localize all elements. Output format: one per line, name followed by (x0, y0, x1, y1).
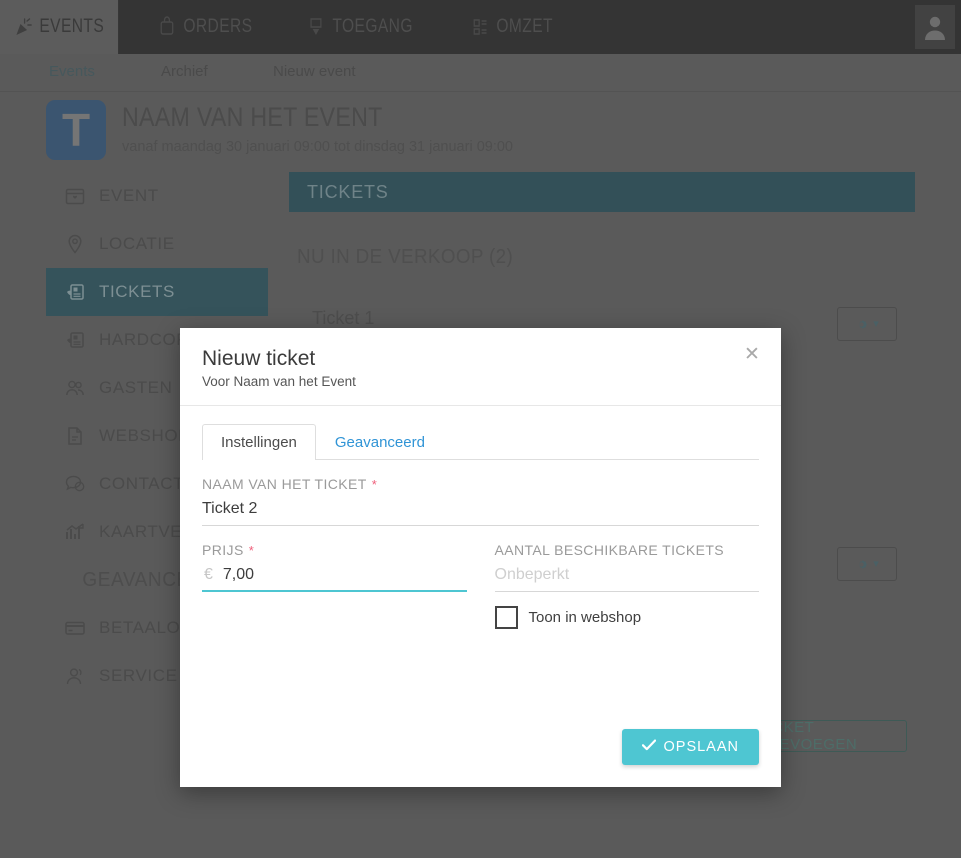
sidebar-item-locatie[interactable]: Locatie (46, 220, 268, 268)
ticket-form: Naam van het ticket * Prijs * € Aantal b… (202, 460, 760, 630)
sidebar-item-label: Contact (99, 474, 185, 493)
sidebar-item-event[interactable]: Event (46, 172, 268, 220)
users-icon (64, 377, 86, 399)
modal-header: Nieuw ticket Voor Naam van het Event ✕ (180, 328, 781, 407)
label-price: Prijs * (202, 542, 467, 558)
modal-tabs: Instellingen Geavanceerd (202, 424, 759, 461)
chevron-down-icon: ▾ (873, 557, 879, 570)
toon-in-webshop-label: Toon in webshop (528, 609, 642, 627)
subnav-item-archief[interactable]: Archief (161, 63, 208, 80)
ticket-icon (64, 329, 86, 351)
field-ticket-name: Naam van het ticket * (202, 476, 759, 527)
close-icon[interactable]: ✕ (741, 344, 763, 366)
event-daterange: vanaf maandag 30 januari 09:00 tot dinsd… (122, 139, 513, 155)
scan-icon (307, 16, 325, 38)
panel-header-tickets: TICKETS (289, 172, 915, 212)
nav-label: Events (39, 16, 105, 37)
document-icon (64, 425, 86, 447)
event-header: T NAAM VAN HET EVENT vanaf maandag 30 ja… (46, 100, 513, 160)
nav-item-orders[interactable]: Orders (144, 0, 266, 54)
nav-label: Toegang (332, 16, 414, 37)
new-ticket-modal: Nieuw ticket Voor Naam van het Event ✕ I… (180, 328, 781, 788)
nav-label: Omzet (495, 16, 553, 37)
ticket-settings-dropdown-2[interactable]: ▾ (837, 547, 897, 581)
field-available-amount: Aantal beschikbare tickets Toon in websh… (494, 542, 760, 630)
map-pin-icon (64, 233, 86, 255)
save-button-label: Opslaan (663, 739, 739, 756)
gear-icon (855, 318, 868, 331)
nav-item-toegang[interactable]: Toegang (293, 0, 427, 54)
check-icon (641, 739, 656, 755)
section-label-in-sale: NU IN DE VERKOOP (2) (297, 246, 514, 268)
page-title: NAAM VAN HET EVENT (122, 102, 383, 132)
subnav-item-events[interactable]: Events (49, 63, 95, 80)
modal-body: Instellingen Geavanceerd Naam van het ti… (180, 406, 781, 707)
tab-instellingen[interactable]: Instellingen (202, 424, 316, 461)
report-icon (470, 16, 488, 38)
gear-icon (855, 558, 868, 571)
available-amount-input[interactable] (494, 561, 759, 593)
credit-card-icon (64, 617, 86, 639)
field-price: Prijs * € (202, 542, 467, 629)
user-avatar-icon (922, 13, 948, 41)
subnav-item-nieuw-event[interactable]: Nieuw event (273, 63, 356, 80)
sidebar-item-tickets[interactable]: Tickets (46, 268, 268, 316)
modal-footer: Opslaan (180, 707, 781, 787)
tab-geavanceerd[interactable]: Geavanceerd (316, 424, 444, 460)
chat-icon (64, 473, 86, 495)
avatar[interactable] (915, 5, 955, 49)
label-text: Naam van het ticket (202, 476, 367, 493)
chart-icon (64, 521, 86, 543)
price-input[interactable] (222, 561, 467, 591)
modal-body-spacer (202, 629, 759, 707)
sidebar-item-label: Event (99, 186, 159, 205)
headset-icon (64, 665, 86, 687)
secondary-navigation: Events Archief Nieuw event (0, 54, 961, 92)
party-popper-icon (14, 16, 32, 38)
modal-subtitle: Voor Naam van het Event (202, 374, 356, 390)
sidebar-item-label: Service (99, 666, 178, 685)
sidebar-item-label: Locatie (99, 234, 175, 253)
modal-title: Nieuw ticket (202, 347, 316, 370)
event-logo: T (46, 100, 106, 160)
ticket-settings-dropdown-1[interactable]: ▾ (837, 307, 897, 341)
table-row: Ticket 1 (312, 308, 375, 328)
required-marker: * (248, 542, 255, 558)
sidebar-item-label: Gasten (99, 378, 173, 397)
webshop-checkbox-row[interactable]: Toon in webshop (494, 606, 760, 630)
toon-in-webshop-checkbox[interactable] (494, 606, 518, 630)
sidebar-item-label: Webshop (99, 426, 191, 445)
ticket-icon (64, 281, 86, 303)
label-available-amount: Aantal beschikbare tickets (495, 542, 760, 558)
euro-icon: € (204, 566, 213, 584)
chevron-down-icon: ▾ (873, 317, 879, 330)
required-marker: * (371, 476, 378, 492)
label-text: Prijs (202, 542, 244, 559)
label-text: Aantal beschikbare tickets (494, 542, 725, 559)
label-ticket-name: Naam van het ticket * (202, 476, 759, 492)
save-button[interactable]: Opslaan (621, 729, 759, 766)
top-navigation-bar: Events Orders Toegang (0, 0, 961, 54)
price-input-wrapper: € (202, 561, 467, 593)
nav-label: Orders (183, 16, 253, 37)
calendar-icon (64, 185, 86, 207)
nav-item-omzet[interactable]: Omzet (457, 0, 567, 54)
ticket-name-input[interactable] (202, 495, 759, 527)
cart-icon (158, 16, 176, 38)
sidebar-item-label: Tickets (99, 282, 175, 301)
nav-item-events[interactable]: Events (0, 0, 119, 54)
